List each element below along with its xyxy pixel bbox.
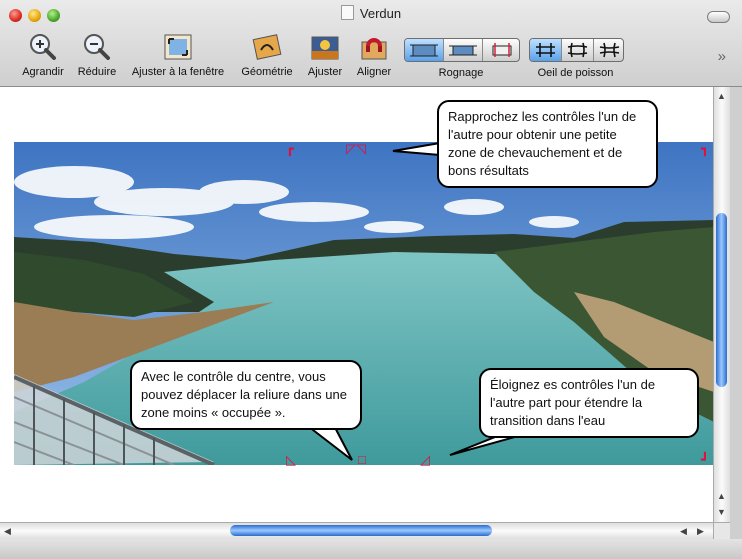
scroll-right-arrow-icon[interactable]: ▶ [697, 526, 704, 537]
toolbar-overflow-button[interactable]: » [718, 48, 726, 65]
scroll-down-arrow-icon[interactable]: ▼ [717, 507, 726, 517]
fit-window-button[interactable]: Ajuster à la fenêtre [127, 32, 229, 78]
fisheye-segmented-control[interactable] [529, 38, 624, 62]
toolbar-toggle-button[interactable] [707, 11, 730, 23]
zoom-in-icon [28, 32, 58, 62]
geometry-icon [252, 32, 282, 62]
zoom-out-button[interactable]: Réduire [75, 32, 119, 78]
scroll-left-arrow-end-icon[interactable]: ◀ [680, 526, 687, 537]
fisheye-mode-2-button[interactable] [562, 39, 594, 61]
fisheye-label: Oeil de poisson [537, 67, 614, 79]
callout-right: Éloignez es contrôles l'un de l'autre pa… [479, 368, 699, 438]
zoom-out-icon [82, 32, 112, 62]
window-title-text: Verdun [359, 6, 402, 21]
zoom-out-label: Réduire [77, 66, 117, 78]
vertical-scroll-thumb[interactable] [716, 213, 727, 387]
align-button[interactable]: Aligner [353, 32, 395, 78]
crop-segmented-control[interactable] [404, 38, 520, 62]
adjust-button[interactable]: Ajuster [304, 32, 346, 78]
fisheye-mode-3-button[interactable] [594, 39, 623, 61]
zoom-in-label: Agrandir [22, 66, 64, 78]
callout-left: Avec le contrôle du centre, vous pouvez … [130, 360, 362, 430]
adjust-icon [310, 32, 340, 62]
scroll-up-arrow-bottom-icon[interactable]: ▲ [717, 491, 726, 501]
fit-window-icon [163, 32, 193, 62]
zoom-in-button[interactable]: Agrandir [18, 32, 68, 78]
crop-mode-3-button[interactable] [483, 39, 519, 61]
toolbar-area: Verdun Agrandir Réduire Ajuster à la fen… [0, 0, 742, 87]
panorama-canvas[interactable]: ┏ ◸◹ ┓ ◺ □ ◿ ┛ Rapprochez les contrôles … [0, 87, 714, 522]
crop-mode-1-button[interactable] [405, 39, 444, 61]
adjust-label: Ajuster [307, 66, 343, 78]
crop-label: Rognage [438, 67, 484, 79]
window-bottom-bar [0, 539, 742, 559]
horizontal-scrollbar[interactable]: ◀ ◀ ▶ [0, 522, 714, 539]
scroll-up-arrow-icon[interactable]: ▲ [717, 91, 726, 101]
fisheye-mode-1-button[interactable] [530, 39, 562, 61]
geometry-label: Géométrie [241, 66, 293, 78]
geometry-button[interactable]: Géométrie [239, 32, 295, 78]
window-title: Verdun [0, 5, 742, 21]
callout-top: Rapprochez les contrôles l'un de l'autre… [437, 100, 658, 188]
vertical-scrollbar[interactable]: ▲ ▲ ▼ [713, 87, 730, 522]
resize-corner[interactable] [713, 522, 730, 539]
align-label: Aligner [356, 66, 392, 78]
document-icon [340, 5, 354, 20]
fit-window-label: Ajuster à la fenêtre [131, 66, 225, 78]
align-icon [359, 32, 389, 62]
window-right-frame [730, 87, 742, 539]
crop-mode-2-button[interactable] [444, 39, 483, 61]
app-window: Verdun Agrandir Réduire Ajuster à la fen… [0, 0, 742, 559]
scroll-left-arrow-icon[interactable]: ◀ [4, 526, 11, 537]
horizontal-scroll-thumb[interactable] [230, 525, 492, 536]
